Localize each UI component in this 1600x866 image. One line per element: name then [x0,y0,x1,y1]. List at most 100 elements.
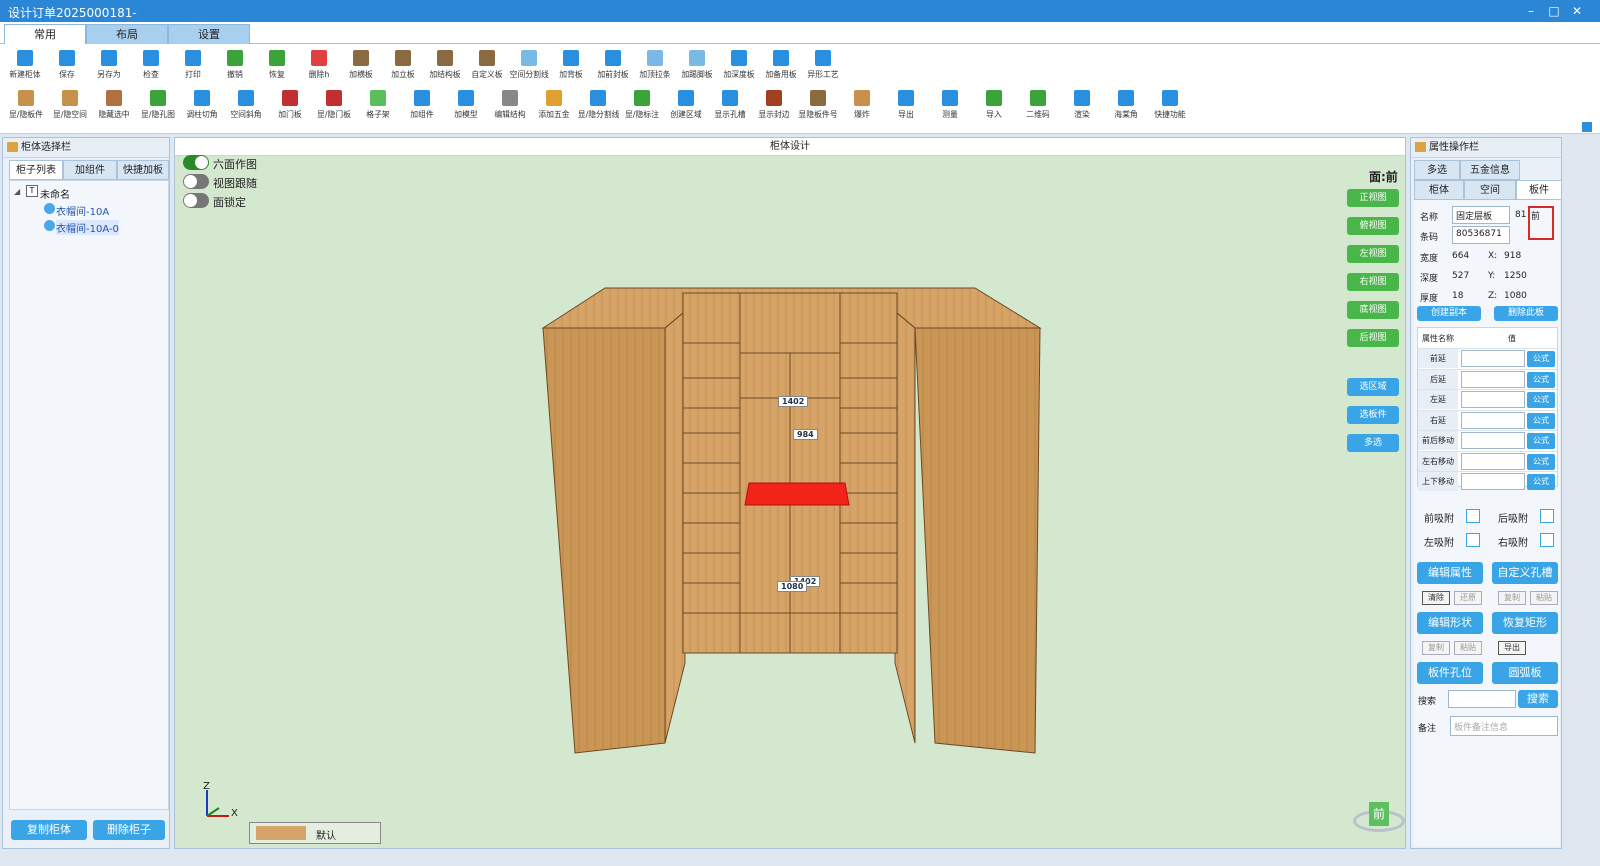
expand-icon[interactable]: ◢ [14,187,20,196]
tab-add-component[interactable]: 加组件 [63,160,117,180]
tab-multi[interactable]: 多选 [1414,160,1460,180]
left-snap-checkbox[interactable] [1466,533,1480,547]
left-view-button[interactable]: 左视图 [1347,245,1399,263]
paste-small-button[interactable]: 粘贴 [1530,591,1558,605]
select-board-button[interactable]: 选板件 [1347,406,1399,424]
board-holes-button[interactable]: 板件孔位 [1417,662,1483,684]
toolbar-button[interactable]: 加结构板 [424,50,466,92]
property-value-input[interactable] [1461,370,1525,388]
front-snap-checkbox[interactable] [1466,509,1480,523]
toolbar-button[interactable]: 另存为 [88,50,130,92]
toolbar-button[interactable]: 创建区域 [664,90,708,132]
note-input[interactable]: 板件备注信息 [1450,716,1558,736]
property-value-input[interactable] [1461,411,1525,429]
close-icon[interactable]: ✕ [1568,2,1586,20]
tab-quick-board[interactable]: 快捷加板 [117,160,169,180]
toolbar-button[interactable]: 爆炸 [840,90,884,132]
toolbar-button[interactable]: 显/隐分割线 [576,90,620,132]
restore-button[interactable]: 还原 [1454,591,1482,605]
minimize-icon[interactable]: – [1522,2,1540,20]
top-view-button[interactable]: 俯视图 [1347,217,1399,235]
toolbar-button[interactable]: 显/隐标注 [620,90,664,132]
arc-board-button[interactable]: 圆弧板 [1492,662,1558,684]
toolbar-button[interactable]: 恢复 [256,50,298,92]
toolbar-button[interactable]: 格子架 [356,90,400,132]
toolbar-button[interactable]: 调柱切角 [180,90,224,132]
toolbar-button[interactable]: 加立板 [382,50,424,92]
face-lock-toggle[interactable] [183,193,209,208]
formula-button[interactable]: 公式 [1527,371,1555,388]
toolbar-button[interactable]: 自定义板 [466,50,508,92]
back-snap-checkbox[interactable] [1540,509,1554,523]
toolbar-button[interactable]: 新建柜体 [4,50,46,92]
toolbar-button[interactable]: 显/隐板件 [4,90,48,132]
selected-shelf[interactable] [744,482,850,506]
tab-common[interactable]: 常用 [4,24,86,44]
property-value-input[interactable] [1461,391,1525,408]
cabinet-3d-model[interactable] [535,283,1045,763]
tree-item-1[interactable]: 衣帽间-10A [56,203,109,218]
formula-button[interactable]: 公式 [1527,474,1555,490]
delete-cabinet-button[interactable]: 删除柜子 [93,820,165,840]
toolbar-button[interactable]: 加顶拉条 [634,50,676,92]
clear-button[interactable]: 清除 [1422,591,1450,605]
toolbar-button[interactable]: 加模型 [444,90,488,132]
toolbar-button[interactable]: 打印 [172,50,214,92]
toolbar-button[interactable]: 导出 [884,90,928,132]
property-value-input[interactable] [1461,473,1525,490]
maximize-icon[interactable]: □ [1545,2,1563,20]
toolbar-button[interactable]: 添加五金 [532,90,576,132]
search-input[interactable] [1448,690,1516,708]
toolbar-button[interactable]: 显/隐门板 [312,90,356,132]
toolbar-button[interactable]: 显示孔槽 [708,90,752,132]
formula-button[interactable]: 公式 [1527,351,1555,367]
edit-shape-button[interactable]: 编辑形状 [1417,612,1483,634]
nav-cube-icon[interactable]: 前 [1369,802,1389,826]
paste-shape-button[interactable]: 粘贴 [1454,641,1482,655]
restore-rect-button[interactable]: 恢复矩形 [1492,612,1558,634]
toolbar-button[interactable]: 异形工艺 [802,50,844,92]
delete-board-button[interactable]: 删除此板 [1494,306,1558,321]
toolbar-button[interactable]: 空间分割线 [508,50,550,92]
formula-button[interactable]: 公式 [1527,392,1555,408]
toolbar-button[interactable]: 加组件 [400,90,444,132]
copy-small-button[interactable]: 复制 [1498,591,1526,605]
bottom-view-button[interactable]: 底视图 [1347,301,1399,319]
custom-groove-button[interactable]: 自定义孔槽 [1492,562,1558,584]
copy-cabinet-button[interactable]: 复制柜体 [11,820,87,840]
code-field[interactable]: 80536871 [1452,226,1510,244]
property-value-input[interactable] [1461,350,1525,367]
toolbar-button[interactable]: 加背板 [550,50,592,92]
toolbar-button[interactable]: 加横板 [340,50,382,92]
toolbar-button[interactable]: 加踢脚板 [676,50,718,92]
toolbar-button[interactable]: 编辑结构 [488,90,532,132]
toolbar-button[interactable]: 加前封板 [592,50,634,92]
toolbar-button[interactable]: 空间斜角 [224,90,268,132]
toolbar-button[interactable]: 二维码 [1016,90,1060,132]
toolbar-button[interactable]: 撤销 [214,50,256,92]
right-view-button[interactable]: 右视图 [1347,273,1399,291]
tree-root-label[interactable]: 未命名 [40,186,70,201]
toolbar-button[interactable]: 删除h [298,50,340,92]
toolbar-button[interactable]: 加深度板 [718,50,760,92]
tab-layout[interactable]: 布局 [86,24,168,44]
six-face-toggle[interactable] [183,155,209,170]
toolbar-button[interactable]: 显隐板件号 [796,90,840,132]
copy-shape-button[interactable]: 复制 [1422,641,1450,655]
name-field[interactable]: 固定层板 [1452,206,1510,224]
toolbar-button[interactable]: 隐藏选中 [92,90,136,132]
grid-icon[interactable] [1582,122,1592,132]
tab-cabinet-list[interactable]: 柜子列表 [9,160,63,180]
property-value-input[interactable] [1461,452,1525,470]
create-copy-button[interactable]: 创建副本 [1417,306,1481,321]
toolbar-button[interactable]: 导入 [972,90,1016,132]
design-viewport[interactable]: 柜体设计 六面作图 视图跟随 面锁定 面:前 正视图 俯视图 左视图 右视图 底… [174,137,1406,849]
toolbar-button[interactable]: 显/隐空间 [48,90,92,132]
toolbar-button[interactable]: 显/隐孔图 [136,90,180,132]
toolbar-button[interactable]: 加门板 [268,90,312,132]
search-button[interactable]: 搜索 [1518,690,1558,708]
toolbar-button[interactable]: 保存 [46,50,88,92]
tab-hardware[interactable]: 五金信息 [1460,160,1520,180]
toolbar-button[interactable]: 显示封边 [752,90,796,132]
toolbar-button[interactable]: 测量 [928,90,972,132]
